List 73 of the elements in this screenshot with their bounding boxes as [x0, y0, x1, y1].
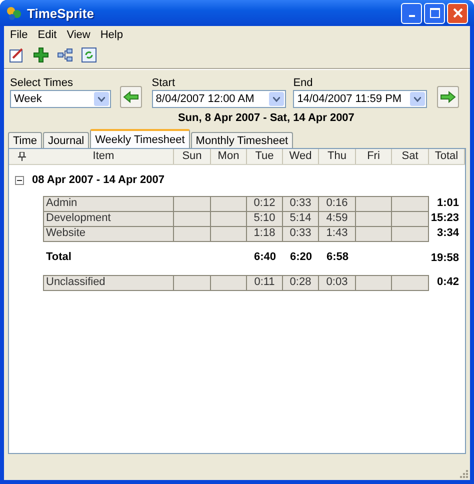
table-cell: 0:16: [318, 196, 356, 212]
table-cell: 1:18: [246, 226, 283, 242]
table-cell: 0:12: [246, 196, 283, 212]
maximize-icon: [430, 8, 440, 18]
plus-icon: [33, 47, 49, 63]
edit-note-icon: [9, 47, 25, 63]
left-arrow-icon: [123, 91, 140, 103]
table-cell: 0:28: [282, 275, 319, 291]
column-header[interactable]: Sat: [392, 149, 429, 164]
close-icon: [452, 8, 462, 18]
date-range-text: Sun, 8 Apr 2007 - Sat, 14 Apr 2007: [176, 112, 356, 124]
table-cell: 5:14: [282, 211, 319, 227]
column-header[interactable]: Fri: [356, 149, 392, 164]
table-cell: Website: [43, 226, 174, 242]
tab[interactable]: Monthly Timesheet: [190, 132, 294, 148]
column-header[interactable]: Mon: [211, 149, 247, 164]
start-date-dropdown[interactable]: 8/04/2007 12:00 AM: [152, 90, 286, 108]
tab[interactable]: Weekly Timesheet: [90, 129, 190, 148]
table-cell: 0:11: [246, 275, 283, 291]
hierarchy-icon: [57, 47, 73, 63]
column-header[interactable]: Item: [34, 149, 174, 164]
next-button[interactable]: [436, 86, 459, 108]
total-label: Total: [45, 251, 72, 265]
menu-item[interactable]: Help: [96, 29, 127, 41]
end-date-dropdown[interactable]: 14/04/2007 11:59 PM: [293, 90, 428, 108]
table-cell: Admin: [43, 196, 174, 212]
app-icon: [6, 5, 22, 21]
table-cell: 4:59: [318, 211, 356, 227]
maximize-button[interactable]: [424, 2, 445, 24]
previous-button[interactable]: [120, 86, 142, 108]
select-times-dropdown[interactable]: Week: [10, 90, 111, 108]
table-cell-text: 1:01: [436, 196, 460, 211]
resize-grip-icon: [458, 468, 468, 478]
column-header[interactable]: Tue: [247, 149, 283, 164]
chevron-down-icon: [414, 96, 422, 102]
collapse-button[interactable]: [15, 176, 24, 184]
table-cell: 0:03: [318, 275, 356, 291]
table-cell-text: 19:58: [430, 251, 460, 266]
menu-item[interactable]: View: [62, 29, 94, 41]
table-cell: 0:33: [282, 196, 319, 212]
column-header[interactable]: Sun: [174, 149, 211, 164]
close-button[interactable]: [447, 2, 468, 24]
table-cell: 0:33: [282, 226, 319, 242]
minimize-icon: [408, 15, 414, 17]
column-header[interactable]: Thu: [319, 149, 356, 164]
menu-item[interactable]: File: [6, 29, 32, 41]
chevron-down-icon: [98, 96, 105, 102]
chevron-down-icon: [272, 96, 280, 102]
menu-item[interactable]: Edit: [34, 29, 61, 41]
column-header[interactable]: Total: [429, 149, 465, 164]
table-cell-text: 6:58: [325, 251, 350, 265]
tab[interactable]: Time: [8, 132, 42, 148]
pin-icon: [18, 152, 26, 161]
field-label: Start: [152, 77, 176, 89]
group-title: 08 Apr 2007 - 14 Apr 2007: [32, 174, 164, 186]
minimize-button[interactable]: [401, 2, 422, 24]
table-cell: Unclassified: [43, 275, 174, 291]
table-cell: Development: [43, 211, 174, 227]
refresh-icon: [81, 47, 97, 63]
table-cell-text: 3:34: [436, 226, 460, 241]
minus-icon: [15, 176, 24, 184]
table-cell: 5:10: [246, 211, 283, 227]
table-cell-text: 6:20: [288, 251, 314, 265]
tab[interactable]: Journal: [43, 132, 90, 148]
field-label: Select Times: [10, 77, 74, 89]
table-cell-text: 15:23: [430, 211, 460, 226]
table-cell-text: 6:40: [252, 251, 278, 265]
table-cell: 1:43: [318, 226, 356, 242]
column-header[interactable]: Wed: [283, 149, 319, 164]
window-title: TimeSprite: [27, 6, 95, 20]
field-label: End: [293, 77, 314, 89]
table-cell-text: 0:42: [436, 275, 460, 290]
right-arrow-icon: [440, 91, 456, 103]
